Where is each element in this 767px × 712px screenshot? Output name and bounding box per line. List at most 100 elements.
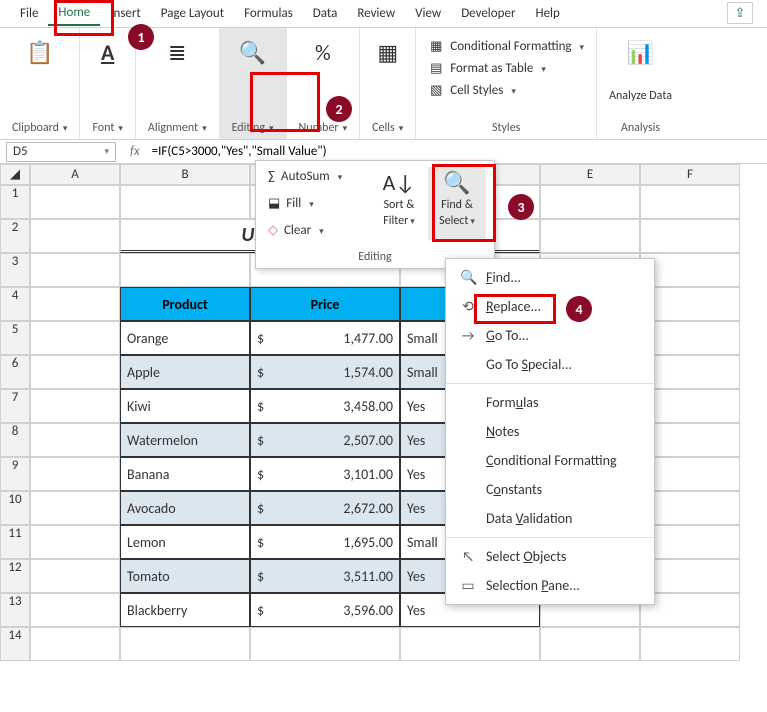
cell[interactable] xyxy=(120,627,250,661)
cell[interactable] xyxy=(30,457,120,491)
cell[interactable] xyxy=(30,253,120,287)
cell-product[interactable]: Banana xyxy=(120,457,250,491)
cell[interactable] xyxy=(30,219,120,253)
row-10[interactable]: 10 xyxy=(0,491,30,525)
row-1[interactable]: 1 xyxy=(0,185,30,219)
menu-notes[interactable]: Notes xyxy=(446,417,654,446)
find-select-button[interactable]: 🔍 Find & Select xyxy=(428,167,486,240)
cell-product[interactable]: Blackberry xyxy=(120,593,250,627)
cell-price[interactable]: $3,458.00 xyxy=(250,389,400,423)
sort-filter-button[interactable]: A↓ Sort & Filter xyxy=(370,167,428,240)
menu-select-objects[interactable]: ↖Select Objects xyxy=(446,542,654,571)
cell[interactable] xyxy=(30,389,120,423)
cell[interactable] xyxy=(640,185,740,219)
cell-product[interactable]: Avocado xyxy=(120,491,250,525)
cell[interactable] xyxy=(120,185,250,219)
group-font[interactable]: A Font xyxy=(80,28,135,139)
cell[interactable] xyxy=(640,593,740,627)
row-5[interactable]: 5 xyxy=(0,321,30,355)
cell[interactable] xyxy=(250,627,400,661)
menu-data-val[interactable]: Data Validation xyxy=(446,504,654,533)
cell-price[interactable]: $3,596.00 xyxy=(250,593,400,627)
cell[interactable] xyxy=(540,627,640,661)
cell[interactable] xyxy=(640,389,740,423)
col-f[interactable]: F xyxy=(640,164,740,185)
share-button[interactable]: ⇪ xyxy=(727,2,753,24)
cell[interactable] xyxy=(640,321,740,355)
cell[interactable] xyxy=(30,423,120,457)
menu-goto-special[interactable]: Go To Special... xyxy=(446,350,654,379)
formula-input[interactable] xyxy=(148,142,767,162)
cell[interactable] xyxy=(640,219,740,253)
menu-selection-pane[interactable]: ▭Selection Pane... xyxy=(446,571,654,600)
autosum-button[interactable]: ∑AutoSum xyxy=(264,167,370,186)
cell[interactable] xyxy=(540,185,640,219)
row-6[interactable]: 6 xyxy=(0,355,30,389)
cell[interactable] xyxy=(30,355,120,389)
cell[interactable] xyxy=(640,627,740,661)
menu-formulas[interactable]: Formulas xyxy=(446,388,654,417)
cell-price[interactable]: $1,695.00 xyxy=(250,525,400,559)
cell-product[interactable]: Tomato xyxy=(120,559,250,593)
menu-constants[interactable]: Constants xyxy=(446,475,654,504)
row-12[interactable]: 12 xyxy=(0,559,30,593)
cell-product[interactable]: Watermelon xyxy=(120,423,250,457)
header-product[interactable]: Product xyxy=(120,287,250,321)
cell[interactable] xyxy=(640,525,740,559)
cell[interactable] xyxy=(640,423,740,457)
group-cells[interactable]: ▦ Cells xyxy=(360,28,416,139)
cell[interactable] xyxy=(640,559,740,593)
header-price[interactable]: Price xyxy=(250,287,400,321)
cell[interactable] xyxy=(30,627,120,661)
cell-styles-button[interactable]: ▧Cell Styles xyxy=(428,82,516,98)
row-9[interactable]: 9 xyxy=(0,457,30,491)
cell[interactable] xyxy=(540,219,640,253)
col-b[interactable]: B xyxy=(120,164,250,185)
cell[interactable] xyxy=(640,457,740,491)
row-4[interactable]: 4 xyxy=(0,287,30,321)
select-all[interactable]: ◢ xyxy=(0,164,30,185)
tab-formulas[interactable]: Formulas xyxy=(234,2,303,25)
cell[interactable] xyxy=(30,185,120,219)
group-editing[interactable]: 🔍 Editing xyxy=(220,28,287,139)
col-e[interactable]: E xyxy=(540,164,640,185)
cell[interactable] xyxy=(30,559,120,593)
cell[interactable] xyxy=(30,287,120,321)
tab-view[interactable]: View xyxy=(405,2,451,25)
cell-product[interactable]: Orange xyxy=(120,321,250,355)
row-13[interactable]: 13 xyxy=(0,593,30,627)
menu-cond-fmt[interactable]: Conditional Formatting xyxy=(446,446,654,475)
tab-developer[interactable]: Developer xyxy=(451,2,525,25)
cell-price[interactable]: $1,574.00 xyxy=(250,355,400,389)
fill-button[interactable]: ⬓Fill xyxy=(264,194,370,213)
clear-button[interactable]: ◇Clear xyxy=(264,221,370,240)
cell-product[interactable]: Kiwi xyxy=(120,389,250,423)
cell-price[interactable]: $2,672.00 xyxy=(250,491,400,525)
cell-price[interactable]: $2,507.00 xyxy=(250,423,400,457)
conditional-formatting-button[interactable]: ▦Conditional Formatting xyxy=(428,38,584,54)
cell[interactable] xyxy=(640,355,740,389)
tab-help[interactable]: Help xyxy=(525,2,569,25)
menu-find[interactable]: 🔍Find... xyxy=(446,263,654,292)
row-8[interactable]: 8 xyxy=(0,423,30,457)
row-14[interactable]: 14 xyxy=(0,627,30,661)
group-analyze[interactable]: 📊 Analyze Data Analysis xyxy=(597,28,684,139)
cell[interactable] xyxy=(30,525,120,559)
group-alignment[interactable]: ≣ Alignment xyxy=(136,28,220,139)
menu-replace[interactable]: ⟲Replace... xyxy=(446,292,654,321)
group-clipboard[interactable]: 📋 Clipboard xyxy=(0,28,80,139)
cell-price[interactable]: $3,511.00 xyxy=(250,559,400,593)
cell[interactable] xyxy=(640,253,740,287)
cell-product[interactable]: Apple xyxy=(120,355,250,389)
name-box[interactable]: D5▾ xyxy=(6,142,116,162)
cell[interactable] xyxy=(640,491,740,525)
row-11[interactable]: 11 xyxy=(0,525,30,559)
row-3[interactable]: 3 xyxy=(0,253,30,287)
cell[interactable] xyxy=(640,287,740,321)
menu-goto[interactable]: →Go To... xyxy=(446,321,654,350)
tab-insert[interactable]: Insert xyxy=(100,2,151,25)
cell-product[interactable]: Lemon xyxy=(120,525,250,559)
cell[interactable] xyxy=(30,593,120,627)
tab-home[interactable]: Home xyxy=(48,1,100,26)
cell[interactable] xyxy=(30,491,120,525)
